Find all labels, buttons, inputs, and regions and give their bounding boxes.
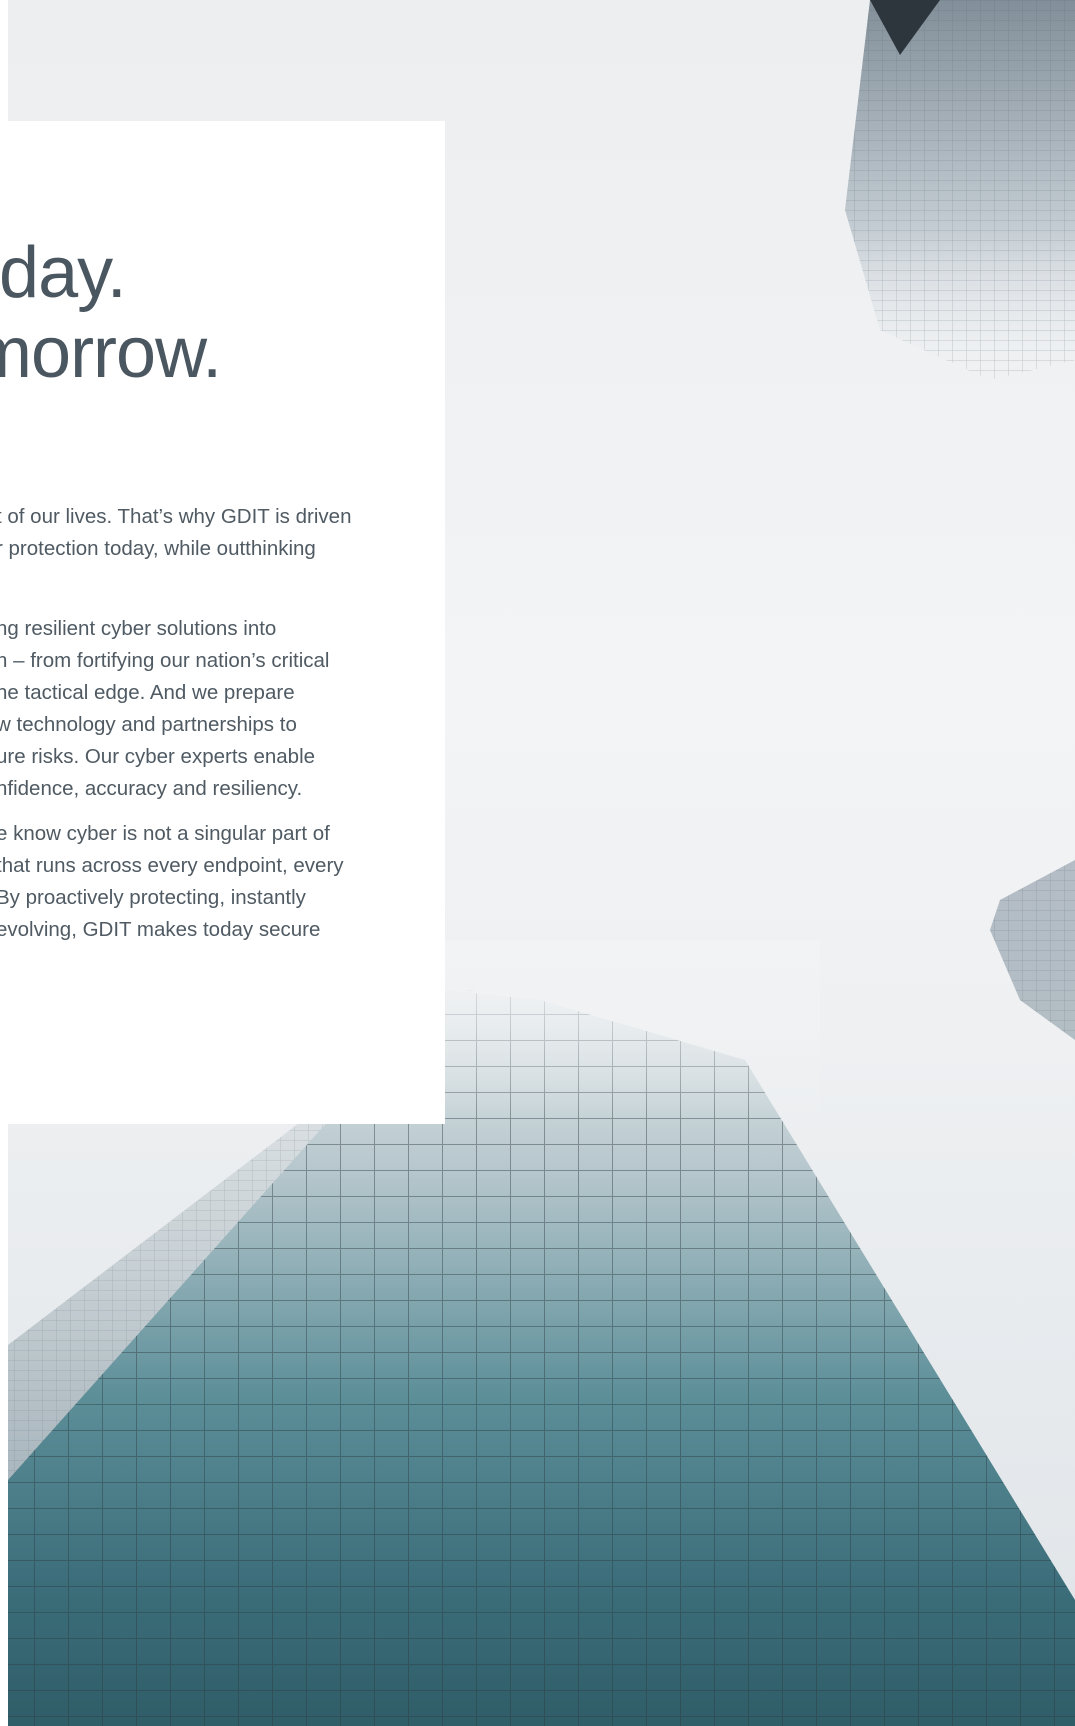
- paragraph-line: he tactical edge. And we prepare: [0, 681, 295, 704]
- paragraph-line: that runs across every endpoint, every: [0, 854, 344, 877]
- headline-line-2: tomorrow.: [0, 313, 222, 393]
- paragraph-line: By proactively protecting, instantly: [0, 886, 306, 909]
- paragraph-line: evolving, GDIT makes today secure: [0, 918, 321, 941]
- body-paragraph-2: ng resilient cyber solutions into n – fr…: [0, 613, 445, 805]
- body-paragraph-1: t of our lives. That’s why GDIT is drive…: [0, 501, 445, 565]
- paragraph-line: ng resilient cyber solutions into: [0, 617, 277, 640]
- paragraph-line: t of our lives. That’s why GDIT is drive…: [0, 505, 352, 528]
- paragraph-line: ure risks. Our cyber experts enable: [0, 745, 316, 768]
- paragraph-line: e know cyber is not a singular part of: [0, 822, 330, 845]
- paragraph-line: n – from fortifying our nation’s critica…: [0, 649, 330, 672]
- body-paragraph-3: e know cyber is not a singular part of t…: [0, 818, 445, 946]
- content-panel: oday. tomorrow. t of our lives. That’s w…: [0, 121, 445, 1124]
- paragraph-line: r protection today, while outthinking: [0, 537, 316, 560]
- headline-line-1: oday.: [0, 233, 127, 313]
- paragraph-line: nfidence, accuracy and resiliency.: [0, 777, 303, 800]
- paragraph-line: w technology and partnerships to: [0, 713, 297, 736]
